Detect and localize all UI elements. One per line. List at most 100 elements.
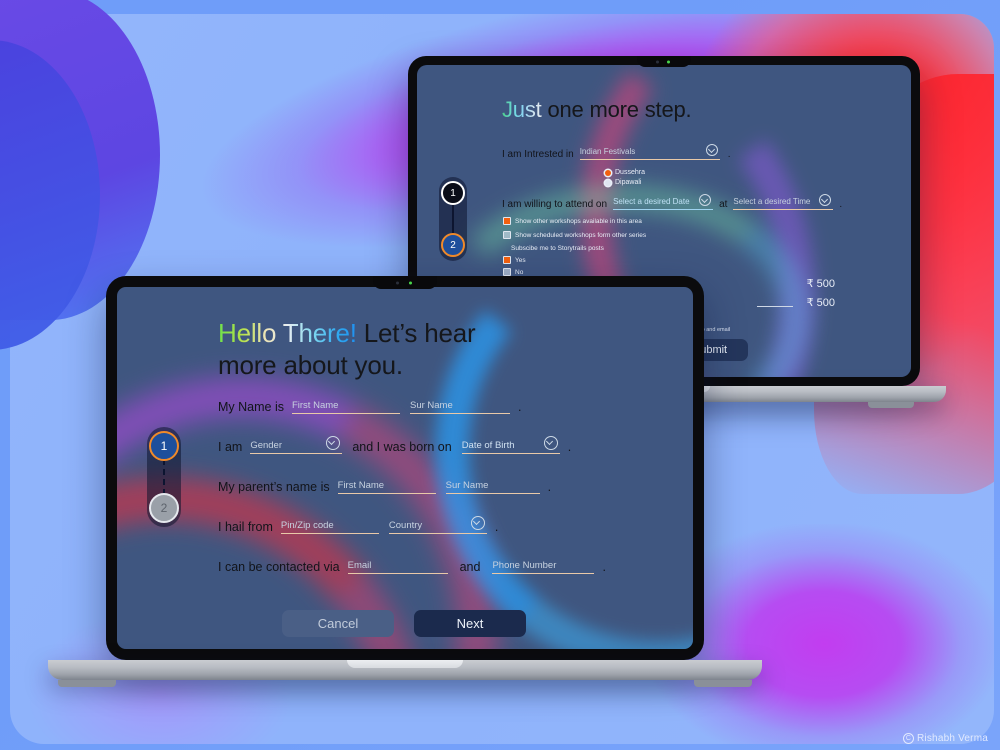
subscribe-group: Subscibe me to Storytrails posts Yes No — [503, 245, 604, 276]
page-title-back-rest: one more step. — [541, 97, 692, 122]
field-time-placeholder: Select a desired Time — [733, 197, 811, 206]
field-gender[interactable]: Gender — [250, 436, 343, 454]
canvas: 1 2 Just one more step. I am Intrested i… — [0, 0, 1000, 750]
copyright-icon: C — [903, 733, 915, 744]
chevron-down-icon[interactable] — [699, 194, 712, 206]
field-email-placeholder: Email — [347, 560, 372, 571]
chevron-down-icon[interactable] — [543, 436, 558, 450]
next-button[interactable]: Next — [414, 610, 526, 637]
price-list: ₹ 500 ₹ 500 — [807, 277, 835, 309]
field-country[interactable]: Country — [388, 516, 487, 534]
field-interest-placeholder: Indian Festivals — [579, 147, 636, 156]
watermark-text: Rishabh Verma — [917, 733, 988, 744]
field-gender-underline — [250, 453, 343, 454]
field-date[interactable]: Select a desired Date — [613, 194, 714, 210]
field-dob-underline — [461, 453, 560, 454]
field-interest-underline — [579, 159, 720, 160]
checkbox-show-scheduled-workshops[interactable]: Show scheduled workshops form other seri… — [503, 231, 646, 239]
camera-indicator-icon — [409, 281, 412, 284]
laptop-front-deck — [48, 660, 762, 680]
field-time[interactable]: Select a desired Time — [733, 194, 834, 210]
page-title-front-line2: more about you. — [218, 350, 403, 380]
field-pin-zip-underline — [280, 533, 379, 534]
row-contact-period: . — [602, 560, 606, 574]
label-contacted-via: I can be contacted via — [218, 560, 340, 574]
field-parent-first-name-underline — [337, 493, 436, 494]
step-2-front[interactable]: 2 — [149, 493, 179, 523]
page-title-front-rest: Let’s hear — [356, 318, 476, 348]
row-parent-name: My parent’s name is First Name Sur Name … — [218, 480, 551, 494]
laptop-front-foot-right — [694, 680, 752, 687]
field-dob[interactable]: Date of Birth — [461, 436, 560, 454]
stepper-back: 1 2 — [439, 177, 467, 261]
row-attend-period: . — [839, 199, 843, 210]
field-parent-first-name[interactable]: First Name — [337, 480, 436, 494]
row-location-period: . — [494, 520, 499, 534]
radio-dussehra-icon — [605, 169, 611, 176]
page-title-back-accent: Just — [502, 97, 542, 122]
page-title-front-accent: Hello There! — [218, 318, 357, 348]
label-attend-joiner: at — [719, 199, 728, 210]
field-phone-underline — [492, 573, 595, 574]
label-attend: I am willing to attend on — [502, 199, 608, 210]
page-title-front: Hello There! Let’s hear more about you. — [218, 317, 648, 381]
checkbox-show-scheduled-workshops-label: Show scheduled workshops form other seri… — [515, 231, 647, 239]
field-country-underline — [388, 533, 487, 534]
camera-indicator-icon — [667, 60, 670, 63]
row-interested: I am Intrested in Indian Festivals . — [502, 144, 731, 160]
field-date-placeholder: Select a desired Date — [613, 197, 690, 206]
row-attend: I am willing to attend on Select a desir… — [502, 194, 843, 210]
radio-dipawali-label: Dipawali — [615, 179, 642, 186]
checkbox-unchecked-icon — [503, 268, 511, 276]
field-date-underline — [613, 209, 714, 210]
page-title-back: Just one more step. — [502, 97, 692, 123]
row-interested-period: . — [727, 149, 731, 160]
field-phone[interactable]: Phone Number — [492, 560, 595, 574]
subscribe-no[interactable]: No — [503, 268, 604, 276]
price-2: ₹ 500 — [806, 297, 835, 309]
step-2-front-label: 2 — [160, 501, 168, 515]
checkbox-group: Show other workshops available in this a… — [503, 217, 646, 239]
laptop-front-deck-lip — [347, 660, 463, 668]
laptop-front-lid: 1 2 Hello There! Let’s hear more about y… — [106, 276, 704, 660]
step-2-back[interactable]: 2 — [441, 233, 465, 257]
label-hail-from: I hail from — [218, 520, 273, 534]
checkbox-show-other-workshops-label: Show other workshops available in this a… — [515, 217, 642, 225]
step-1-back[interactable]: 1 — [441, 181, 465, 205]
chevron-down-icon[interactable] — [705, 144, 718, 156]
row-location: I hail from Pin/Zip code Country . — [218, 516, 499, 534]
notch-front — [373, 276, 437, 289]
field-pin-zip-placeholder: Pin/Zip code — [280, 520, 334, 531]
watermark: C Rishabh Verma — [903, 733, 988, 744]
field-sur-name[interactable]: Sur Name — [409, 400, 510, 414]
field-email-underline — [347, 573, 448, 574]
subscribe-yes-label: Yes — [515, 256, 526, 264]
field-sur-name-underline — [409, 413, 510, 414]
step-1-front-label: 1 — [160, 439, 168, 453]
laptop-back-foot-right — [868, 402, 914, 408]
field-interest[interactable]: Indian Festivals — [579, 144, 720, 160]
step-1-front[interactable]: 1 — [149, 431, 179, 461]
cancel-button[interactable]: Cancel — [282, 610, 394, 637]
subscribe-yes[interactable]: Yes — [503, 256, 604, 264]
row-my-name-period: . — [517, 400, 522, 414]
field-first-name[interactable]: First Name — [291, 400, 400, 414]
field-email[interactable]: Email — [347, 560, 448, 574]
row-contact: I can be contacted via Email and Phone N… — [218, 560, 606, 574]
radio-dussehra[interactable]: Dussehra — [605, 169, 645, 176]
checkbox-checked-icon — [503, 217, 511, 225]
row-my-name: My Name is First Name Sur Name . — [218, 400, 521, 414]
label-born-on: and I was born on — [352, 440, 452, 454]
chevron-down-icon[interactable] — [470, 516, 485, 530]
radio-dussehra-label: Dussehra — [615, 169, 645, 176]
label-interested: I am Intrested in — [502, 149, 574, 160]
camera-icon — [396, 281, 399, 284]
field-pin-zip[interactable]: Pin/Zip code — [280, 520, 379, 534]
camera-icon — [656, 60, 659, 63]
notch-back — [637, 56, 691, 67]
checkbox-show-other-workshops[interactable]: Show other workshops available in this a… — [503, 217, 646, 225]
row-gender-dob-period: . — [567, 440, 572, 454]
radio-dipawali[interactable]: Dipawali — [605, 179, 645, 186]
field-parent-sur-name[interactable]: Sur Name — [445, 480, 540, 494]
cancel-button-label: Cancel — [317, 616, 359, 631]
